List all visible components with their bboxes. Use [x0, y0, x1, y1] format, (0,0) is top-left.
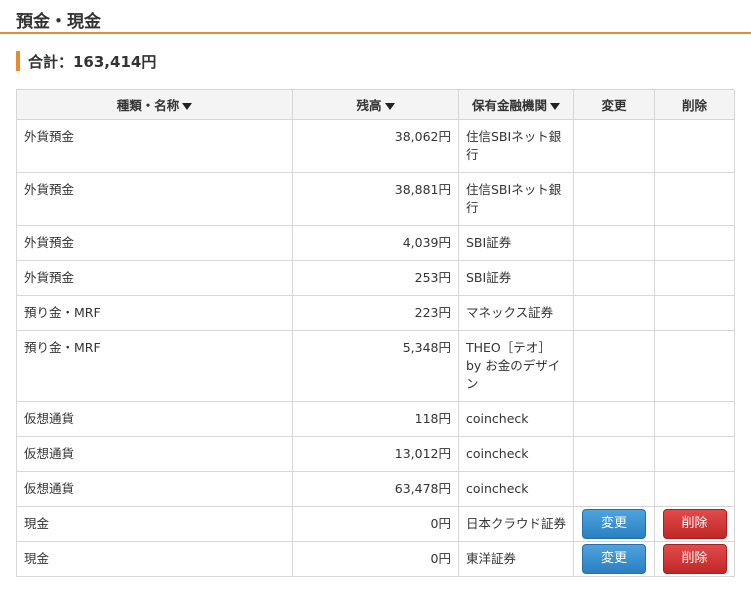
cell-type: 仮想通貨	[16, 401, 293, 437]
cell-institution: THEO［テオ］by お金のデザイン	[458, 330, 574, 402]
table-row: 現金 0円 日本クラウド証券 変更 削除	[16, 506, 735, 542]
cell-change	[573, 436, 655, 472]
cell-delete	[654, 225, 735, 261]
delete-button[interactable]: 削除	[662, 509, 727, 539]
total-accent-bar	[16, 51, 20, 71]
cell-change	[573, 119, 655, 173]
column-header-change: 変更	[573, 89, 655, 120]
cell-institution: 日本クラウド証券	[458, 506, 574, 542]
table-row: 外貨預金 38,062円 住信SBIネット銀行	[16, 119, 735, 173]
cell-institution: coincheck	[458, 436, 574, 472]
cell-type: 外貨預金	[16, 119, 293, 173]
cell-change	[573, 471, 655, 507]
cell-delete	[654, 401, 735, 437]
table-row: 外貨預金 253円 SBI証券	[16, 260, 735, 296]
cell-change	[573, 260, 655, 296]
cell-balance: 118円	[292, 401, 459, 437]
cell-type: 外貨預金	[16, 260, 293, 296]
cell-institution: マネックス証券	[458, 295, 574, 331]
cell-type: 現金	[16, 541, 293, 577]
cell-institution: 住信SBIネット銀行	[458, 172, 574, 226]
cell-institution: 住信SBIネット銀行	[458, 119, 574, 173]
cell-delete	[654, 260, 735, 296]
cell-institution: coincheck	[458, 471, 574, 507]
cell-type: 仮想通貨	[16, 436, 293, 472]
table-body: 外貨預金 38,062円 住信SBIネット銀行 外貨預金 38,881円 住信SBIネット…	[16, 119, 735, 577]
cell-institution: SBI証券	[458, 225, 574, 261]
cell-institution: SBI証券	[458, 260, 574, 296]
column-header-institution[interactable]: 保有金融機関	[458, 89, 574, 120]
cell-delete	[654, 119, 735, 173]
sort-down-icon	[550, 103, 560, 110]
table-row: 外貨預金 4,039円 SBI証券	[16, 225, 735, 261]
delete-button[interactable]: 削除	[662, 544, 727, 574]
table-row: 仮想通貨 118円 coincheck	[16, 401, 735, 437]
cell-delete	[654, 471, 735, 507]
column-header-delete: 削除	[654, 89, 735, 120]
column-header-label: 残高	[356, 98, 382, 113]
cell-delete	[654, 295, 735, 331]
table-row: 現金 0円 東洋証券 変更 削除	[16, 541, 735, 577]
cell-type: 預り金・MRF	[16, 330, 293, 402]
cell-type: 外貨預金	[16, 172, 293, 226]
cell-change: 変更	[573, 541, 655, 577]
table-row: 預り金・MRF 5,348円 THEO［テオ］by お金のデザイン	[16, 330, 735, 402]
cell-change	[573, 401, 655, 437]
cell-balance: 253円	[292, 260, 459, 296]
cell-type: 現金	[16, 506, 293, 542]
cell-change	[573, 330, 655, 402]
sort-down-icon	[384, 103, 395, 110]
sort-down-icon	[182, 103, 193, 110]
column-header-type[interactable]: 種類・名称	[16, 89, 293, 120]
table-row: 仮想通貨 13,012円 coincheck	[16, 436, 735, 472]
cell-delete	[654, 436, 735, 472]
column-header-label: 種類・名称	[116, 98, 180, 113]
cell-change	[573, 225, 655, 261]
cell-balance: 38,881円	[292, 172, 459, 226]
total-amount: 合計：163,414円	[28, 52, 157, 71]
cell-balance: 0円	[292, 541, 459, 577]
cell-change: 変更	[573, 506, 655, 542]
column-header-balance[interactable]: 残高	[292, 89, 459, 120]
cell-balance: 13,012円	[292, 436, 459, 472]
table-header-row: 種類・名称 残高 保有金融機関 変更 削除	[16, 89, 735, 120]
cell-delete: 削除	[654, 506, 735, 542]
deposits-table: 種類・名称 残高 保有金融機関 変更 削除 外貨預金 38,062円 住信SBIネッ…	[16, 89, 735, 577]
section-header: 預金・現金	[0, 0, 751, 34]
cell-balance: 38,062円	[292, 119, 459, 173]
cell-balance: 5,348円	[292, 330, 459, 402]
cell-type: 仮想通貨	[16, 471, 293, 507]
cell-delete	[654, 172, 735, 226]
cell-change	[573, 295, 655, 331]
cell-balance: 4,039円	[292, 225, 459, 261]
cell-balance: 63,478円	[292, 471, 459, 507]
cell-institution: coincheck	[458, 401, 574, 437]
total-summary: 合計：163,414円	[16, 51, 156, 71]
cell-delete	[654, 330, 735, 402]
table-row: 仮想通貨 63,478円 coincheck	[16, 471, 735, 507]
page-title: 預金・現金	[16, 12, 101, 32]
cell-balance: 223円	[292, 295, 459, 331]
cell-delete: 削除	[654, 541, 735, 577]
table-row: 外貨預金 38,881円 住信SBIネット銀行	[16, 172, 735, 226]
cell-institution: 東洋証券	[458, 541, 574, 577]
change-button[interactable]: 変更	[582, 544, 646, 574]
cell-balance: 0円	[292, 506, 459, 542]
cell-change	[573, 172, 655, 226]
cell-type: 預り金・MRF	[16, 295, 293, 331]
cell-type: 外貨預金	[16, 225, 293, 261]
change-button[interactable]: 変更	[582, 509, 646, 539]
column-header-label: 保有金融機関	[471, 98, 547, 113]
table-row: 預り金・MRF 223円 マネックス証券	[16, 295, 735, 331]
